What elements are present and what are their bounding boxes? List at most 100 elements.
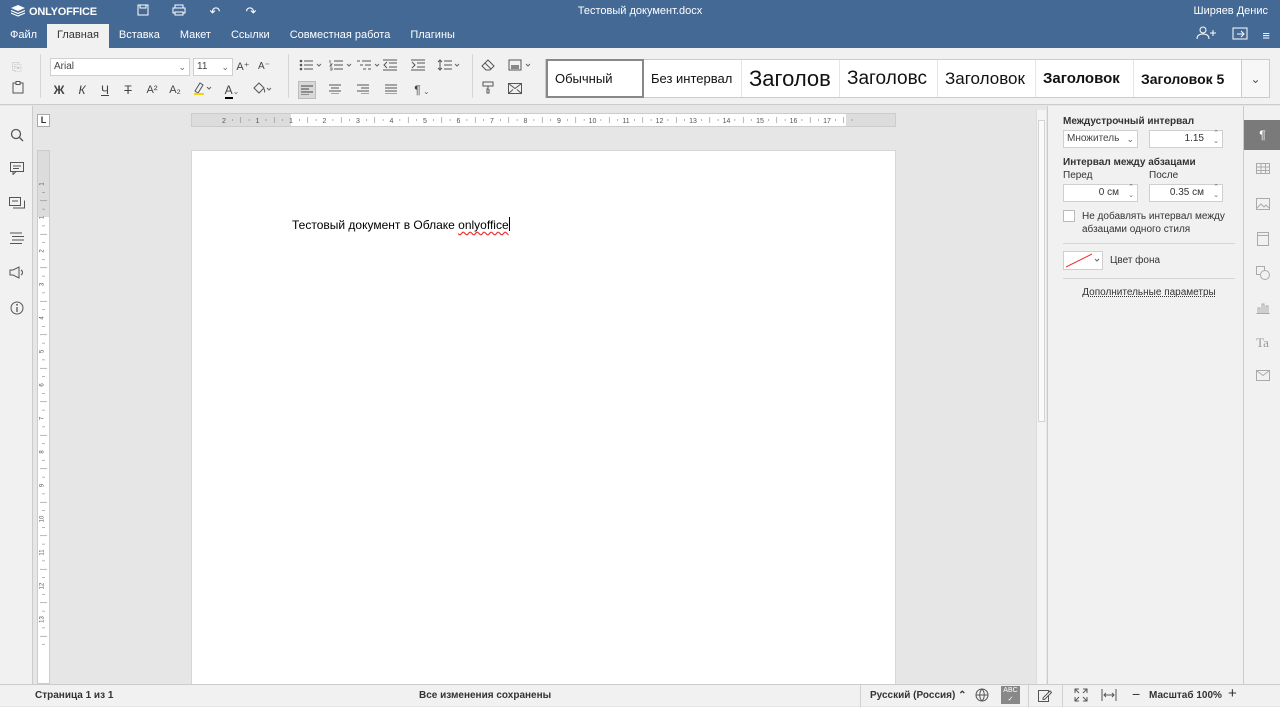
style-heading-1[interactable]: Заголов xyxy=(742,60,840,97)
underline-button[interactable]: Ч xyxy=(98,81,112,99)
open-location-icon[interactable] xyxy=(1232,24,1248,48)
mail-merge-icon[interactable] xyxy=(507,81,523,99)
shape-settings-icon[interactable] xyxy=(1244,266,1280,283)
font-name-select[interactable]: Arial ⌄ xyxy=(50,58,190,76)
clear-style-icon[interactable] xyxy=(480,58,496,76)
tab-insert[interactable]: Вставка xyxy=(109,24,170,48)
line-spacing-title: Междустрочный интервал xyxy=(1063,116,1195,127)
style-normal[interactable]: Обычный xyxy=(546,59,644,98)
line-spacing-icon[interactable] xyxy=(436,58,462,76)
ruler-tick-label: 14 xyxy=(723,118,731,125)
color-scheme-icon[interactable] xyxy=(507,58,535,76)
increase-indent-icon[interactable] xyxy=(410,58,426,76)
align-left-button[interactable] xyxy=(298,81,316,99)
page-counter[interactable]: Страница 1 из 1 xyxy=(35,690,113,701)
ruler-tick-label: 11 xyxy=(40,549,46,556)
document-paragraph[interactable]: Тестовый документ в Облаке onlyoffice xyxy=(292,217,510,232)
spellcheck-icon[interactable]: ABC ✓ xyxy=(1001,686,1020,704)
align-center-button[interactable] xyxy=(326,81,344,99)
spinner-arrows-icon[interactable]: ⌃ ⌄ xyxy=(1128,184,1134,200)
info-icon[interactable] xyxy=(0,301,33,318)
bold-button[interactable]: Ж xyxy=(52,81,66,99)
tab-plugins[interactable]: Плагины xyxy=(400,24,465,48)
spacing-after-input[interactable]: 0.35 см ⌃ ⌄ xyxy=(1149,184,1223,202)
save-icon[interactable] xyxy=(125,0,161,24)
line-spacing-input[interactable]: 1.15 ⌃ ⌄ xyxy=(1149,130,1223,148)
table-settings-icon[interactable] xyxy=(1244,163,1280,177)
title-bar: ONLYOFFICE ↶ ↷ Тестовый документ.docx Ши… xyxy=(0,0,1280,24)
style-heading-4[interactable]: Заголовок xyxy=(1036,60,1134,97)
multilevel-list-icon[interactable] xyxy=(356,58,382,76)
tab-home[interactable]: Главная xyxy=(47,24,109,48)
font-size-select[interactable]: 11 ⌄ xyxy=(193,58,233,76)
style-no-spacing[interactable]: Без интервал xyxy=(644,60,742,97)
chart-settings-icon[interactable] xyxy=(1244,301,1280,317)
track-changes-icon[interactable] xyxy=(1038,688,1053,705)
scrollbar-thumb[interactable] xyxy=(1038,120,1045,422)
paragraph-shading-icon[interactable] xyxy=(250,81,274,100)
spinner-arrows-icon[interactable]: ⌃ ⌄ xyxy=(1213,130,1219,146)
feedback-icon[interactable] xyxy=(0,266,33,282)
fit-page-icon[interactable] xyxy=(1074,688,1088,705)
redo-icon[interactable]: ↷ xyxy=(233,0,269,24)
decrease-indent-icon[interactable] xyxy=(382,58,398,76)
language-selector[interactable]: Русский (Россия) ⌃ xyxy=(870,690,967,701)
background-color-picker[interactable] xyxy=(1063,251,1103,270)
hamburger-menu-icon[interactable]: ≡ xyxy=(1262,24,1270,48)
tab-collaboration[interactable]: Совместная работа xyxy=(280,24,401,48)
header-footer-icon[interactable] xyxy=(1244,232,1280,249)
add-user-icon[interactable] xyxy=(1196,24,1218,48)
paste-icon[interactable] xyxy=(12,81,24,99)
zoom-level[interactable]: Масштаб 100% xyxy=(1149,690,1222,701)
numbered-list-icon[interactable] xyxy=(328,58,354,76)
align-right-button[interactable] xyxy=(354,81,372,99)
paragraph-settings-icon[interactable]: ¶ xyxy=(1244,120,1280,150)
superscript-button[interactable]: A² xyxy=(144,81,160,99)
tab-references[interactable]: Ссылки xyxy=(221,24,280,48)
chat-icon[interactable] xyxy=(0,197,33,213)
highlight-color-icon[interactable] xyxy=(190,81,214,100)
zoom-in-button[interactable]: + xyxy=(1228,685,1237,702)
increase-font-button[interactable]: A⁺ xyxy=(236,58,250,76)
bullet-list-icon[interactable] xyxy=(298,58,324,76)
tab-layout[interactable]: Макет xyxy=(170,24,221,48)
image-settings-icon[interactable] xyxy=(1244,198,1280,213)
subscript-button[interactable]: A₂ xyxy=(167,81,183,99)
decrease-font-button[interactable]: A⁻ xyxy=(257,58,271,76)
copy-icon[interactable]: ⎘ xyxy=(12,58,22,76)
strikethrough-button[interactable]: Т xyxy=(121,81,135,99)
style-heading-2[interactable]: Заголовс xyxy=(840,60,938,97)
styles-expand-button[interactable]: ⌄ xyxy=(1242,59,1270,98)
spacing-before-input[interactable]: 0 см ⌃ ⌄ xyxy=(1063,184,1138,202)
mail-merge-settings-icon[interactable] xyxy=(1244,370,1280,384)
print-icon[interactable] xyxy=(161,0,197,24)
chevron-down-icon: ⌄ xyxy=(178,62,186,72)
vertical-scrollbar[interactable] xyxy=(1036,110,1046,684)
search-icon[interactable] xyxy=(0,128,33,145)
doc-language-icon[interactable] xyxy=(975,688,989,705)
style-heading-3[interactable]: Заголовок xyxy=(938,60,1036,97)
tab-file[interactable]: Файл xyxy=(0,24,47,48)
zoom-out-button[interactable]: − xyxy=(1132,686,1140,702)
horizontal-ruler[interactable]: 2 1 1 2 3 4 5 6 7 8 9 10 11 12 13 14 15 16 17 xyxy=(191,113,896,127)
undo-icon[interactable]: ↶ xyxy=(197,0,233,24)
font-color-button[interactable]: A⌄ xyxy=(220,81,244,101)
no-spacing-checkbox[interactable] xyxy=(1063,210,1075,222)
italic-button[interactable]: К xyxy=(75,81,89,99)
advanced-settings-link[interactable]: Дополнительные параметры xyxy=(1063,287,1235,298)
nonprinting-chars-button[interactable]: ¶ ⌄ xyxy=(410,81,434,101)
navigation-icon[interactable] xyxy=(0,232,33,247)
comments-icon[interactable] xyxy=(0,162,33,178)
copy-style-icon[interactable] xyxy=(480,81,496,99)
tab-stop-selector[interactable]: L xyxy=(37,114,50,127)
text-art-icon[interactable]: Ta xyxy=(1244,335,1280,351)
user-name[interactable]: Ширяев Денис xyxy=(1194,5,1268,17)
misspelled-word[interactable]: onlyoffice xyxy=(458,218,508,232)
vertical-ruler[interactable]: 1 1 2 3 4 5 6 7 8 9 10 11 12 13 xyxy=(37,150,50,684)
fit-width-icon[interactable] xyxy=(1101,688,1117,705)
style-heading-5[interactable]: Заголовок 5 xyxy=(1134,60,1239,97)
align-justify-button[interactable] xyxy=(382,81,400,99)
line-spacing-mode-select[interactable]: Множитель ⌄ xyxy=(1063,130,1138,148)
document-page[interactable]: Тестовый документ в Облаке onlyoffice xyxy=(191,150,896,690)
spinner-arrows-icon[interactable]: ⌃ ⌄ xyxy=(1213,184,1219,200)
